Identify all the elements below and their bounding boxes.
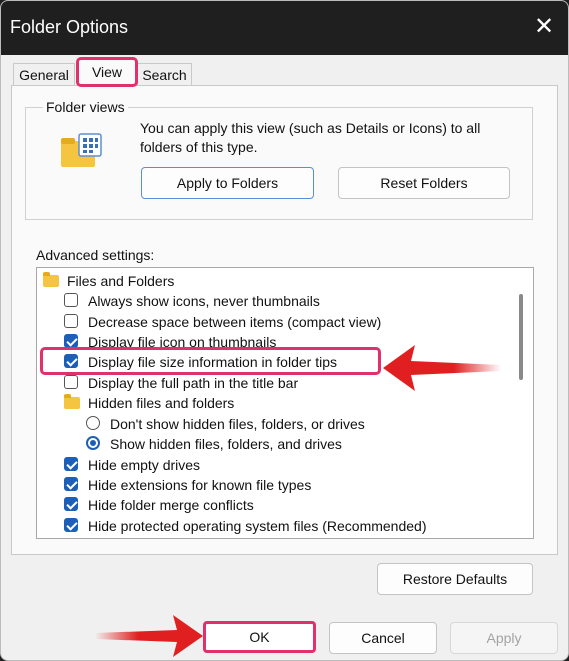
ok-button[interactable]: OK (203, 621, 316, 653)
window-title: Folder Options (10, 17, 129, 37)
setting-label: Hide empty drives (88, 457, 201, 473)
pointer-arrow-right (383, 345, 501, 391)
checkbox[interactable] (64, 293, 78, 307)
tab-view[interactable]: View (76, 57, 138, 87)
folder-options-dialog: Folder Options ✕ General Search View Fol… (0, 0, 569, 661)
checkbox[interactable] (64, 334, 78, 348)
restore-defaults-button[interactable]: Restore Defaults (377, 563, 533, 595)
folder-icon (43, 272, 59, 287)
checkbox[interactable] (64, 314, 78, 328)
setting-label: Decrease space between items (compact vi… (88, 314, 382, 330)
folder-views-description: You can apply this view (such as Details… (140, 120, 481, 155)
setting-label: Don't show hidden files, folders, or dri… (110, 416, 365, 432)
pointer-arrow-left (95, 615, 203, 657)
reset-folders-button[interactable]: Reset Folders (338, 167, 510, 199)
checkbox[interactable] (64, 518, 78, 532)
folder-view-icon (61, 133, 102, 167)
setting-label: Display file size information in folder … (88, 354, 337, 370)
setting-label: Display file icon on thumbnails (88, 334, 277, 350)
checkbox[interactable] (64, 354, 78, 368)
setting-label: Hide folder merge conflicts (88, 497, 254, 513)
folder-views-label: Folder views (43, 99, 128, 115)
cancel-button[interactable]: Cancel (329, 622, 437, 654)
tab-general[interactable]: General (13, 63, 75, 85)
checkbox[interactable] (64, 457, 78, 471)
radio-button[interactable] (86, 416, 100, 430)
checkbox[interactable] (64, 497, 78, 511)
checkbox[interactable] (64, 477, 78, 491)
tree-item-label: Files and Folders (67, 273, 175, 289)
title-bar: Folder Options ✕ (1, 1, 568, 55)
setting-label: Show hidden files, folders, and drives (110, 436, 342, 452)
advanced-settings-label: Advanced settings: (36, 247, 155, 263)
setting-label: Always show icons, never thumbnails (88, 293, 320, 309)
tree-item-label: Hidden files and folders (88, 395, 235, 411)
tab-search[interactable]: Search (137, 63, 192, 85)
close-icon: ✕ (533, 13, 555, 40)
radio-button[interactable] (86, 436, 100, 450)
setting-label: Hide extensions for known file types (88, 477, 312, 493)
folder-icon (64, 394, 80, 409)
apply-button[interactable]: Apply (450, 622, 558, 654)
setting-label: Display the full path in the title bar (88, 375, 299, 391)
setting-label: Hide protected operating system files (R… (88, 518, 427, 534)
apply-to-folders-button[interactable]: Apply to Folders (141, 167, 314, 199)
close-button[interactable]: ✕ (530, 13, 558, 41)
checkbox[interactable] (64, 375, 78, 389)
advanced-settings-list[interactable]: Files and Folders Always show icons, nev… (36, 267, 534, 539)
scrollbar[interactable] (519, 294, 523, 380)
